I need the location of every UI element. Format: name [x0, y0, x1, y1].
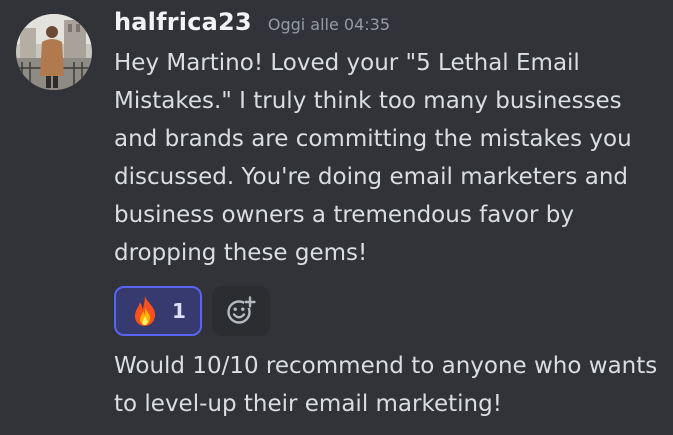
- chat-message: halfrica23 Oggi alle 04:35 Hey Martino! …: [0, 0, 673, 435]
- timestamp: Oggi alle 04:35: [267, 15, 391, 34]
- avatar-photo-icon: [16, 14, 92, 90]
- reaction-count: 1: [172, 299, 186, 323]
- fire-emoji-icon: [135, 296, 156, 326]
- message-header: halfrica23 Oggi alle 04:35: [114, 8, 390, 48]
- add-reaction-smiley-icon: [227, 296, 256, 324]
- username[interactable]: halfrica23: [114, 8, 252, 36]
- reaction-fire[interactable]: 1: [114, 286, 202, 336]
- user-avatar[interactable]: [16, 14, 92, 90]
- add-reaction-button[interactable]: [212, 286, 270, 336]
- message-content: Hey Martino! Loved your "5 Lethal Email …: [114, 50, 632, 266]
- followup-message-content: Would 10/10 recommend to anyone who want…: [114, 353, 658, 417]
- reactions-bar: 1: [114, 286, 270, 336]
